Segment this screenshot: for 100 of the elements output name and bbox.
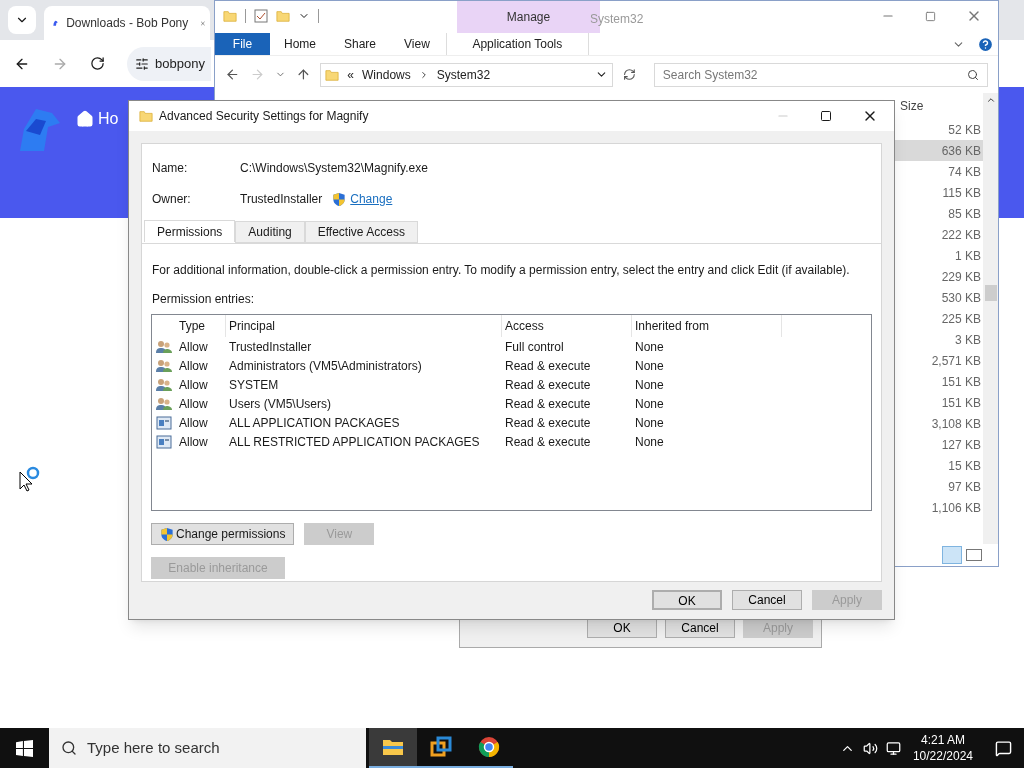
overlapping-squares-icon <box>430 736 452 758</box>
file-size: 530 KB <box>940 289 982 307</box>
table-cell-text: None <box>634 338 665 356</box>
file-size: 85 KB <box>947 205 982 223</box>
change-link[interactable]: Change <box>350 190 393 208</box>
nav-link[interactable]: Ho <box>98 107 119 131</box>
folder-icon <box>223 9 237 23</box>
back-icon[interactable] <box>225 67 240 82</box>
file-size: 74 KB <box>947 163 982 181</box>
column-header[interactable]: Type <box>176 315 226 337</box>
breadcrumb-item[interactable]: Windows <box>362 65 411 84</box>
file-size: 636 KB <box>892 140 983 161</box>
table-cell-text: Read & execute <box>504 376 592 394</box>
home-icon[interactable] <box>76 110 94 128</box>
chrome-icon <box>478 736 500 758</box>
file-size: 1 KB <box>954 247 982 265</box>
dialog-button[interactable]: Cancel <box>732 590 802 610</box>
address-bar[interactable]: « Windows System32 <box>320 62 613 87</box>
folder-icon <box>325 67 340 82</box>
taskbar-app[interactable] <box>369 728 417 768</box>
dialog-tab[interactable]: Auditing <box>235 221 305 243</box>
dialog-button[interactable]: Cancel <box>665 618 735 638</box>
table-cell-text: Allow <box>178 433 209 451</box>
search-field[interactable]: Search System32 <box>653 62 988 87</box>
table-cell-text: ALL RESTRICTED APPLICATION PACKAGES <box>228 433 481 451</box>
site-settings-icon[interactable] <box>135 56 149 71</box>
field-label: Name: <box>152 160 189 177</box>
users-icon <box>156 377 172 392</box>
dialog-button[interactable]: OK <box>587 618 657 638</box>
window-title: Advanced Security Settings for Magnify <box>159 108 369 125</box>
file-size: 115 KB <box>941 184 982 202</box>
ribbon-tab[interactable]: Application Tools <box>445 33 589 55</box>
clock-time[interactable]: 4:21 AM <box>920 732 965 748</box>
up-icon[interactable] <box>295 67 311 82</box>
table-cell-text: Allow <box>178 395 209 413</box>
table-cell-text: Users (VM5\Users) <box>228 395 332 413</box>
users-icon <box>156 339 172 354</box>
clock-date[interactable]: 10/22/2024 <box>912 748 973 764</box>
refresh-icon[interactable] <box>622 68 636 81</box>
users-icon <box>156 358 172 373</box>
file-size: 222 KB <box>940 226 982 244</box>
maximize-icon[interactable] <box>820 110 832 122</box>
column-header[interactable]: Access <box>502 315 632 337</box>
breadcrumb-item[interactable]: System32 <box>436 65 491 84</box>
column-header[interactable]: Inherited from <box>632 315 782 337</box>
file-size: 127 KB <box>940 436 982 454</box>
file-size: 225 KB <box>940 310 982 328</box>
scroll-up-icon[interactable] <box>985 95 996 105</box>
file-size: 52 KB <box>947 121 982 139</box>
field-value: C:\Windows\System32\Magnify.exe <box>240 160 428 177</box>
taskbar-search-field[interactable]: Type here to search <box>49 728 366 768</box>
table-cell-text: Read & execute <box>504 357 592 375</box>
help-icon[interactable] <box>977 35 994 53</box>
properties-icon[interactable] <box>254 9 268 23</box>
ribbon-tab[interactable]: Home <box>270 33 330 55</box>
folder-icon <box>382 738 404 756</box>
shield-icon <box>160 526 174 542</box>
ribbon-tab[interactable]: Share <box>330 33 391 55</box>
dialog-button[interactable]: OK <box>652 590 722 610</box>
column-header[interactable]: Size <box>892 93 983 119</box>
search-icon <box>61 740 77 756</box>
table-cell-text: SYSTEM <box>228 376 280 394</box>
package-icon <box>156 434 172 449</box>
ribbon-tab[interactable]: File <box>215 33 270 55</box>
vertical-scrollbar[interactable] <box>983 93 998 544</box>
action-button[interactable]: Change permissions <box>151 523 295 545</box>
table-cell-text: None <box>634 395 665 413</box>
table-cell-text: None <box>634 414 665 432</box>
dialog-tab[interactable]: Effective Access <box>304 221 418 243</box>
network-icon[interactable] <box>885 740 901 756</box>
users-icon <box>156 396 172 411</box>
windows-logo-icon[interactable] <box>16 739 33 757</box>
scroll-thumb[interactable] <box>984 285 997 301</box>
reload-icon[interactable] <box>90 56 105 71</box>
file-size: 151 KB <box>940 373 982 391</box>
dialog-tab[interactable]: Permissions <box>144 220 236 242</box>
file-size: 97 KB <box>947 478 982 496</box>
preview-view-icon[interactable] <box>966 549 982 561</box>
volume-icon[interactable] <box>862 740 878 756</box>
description-text: For additional information, double-click a permission entry. To modify a permission entry, select the entry and click Edit (if available). <box>152 262 851 279</box>
busy-cursor-icon <box>18 465 42 493</box>
file-size: 151 KB <box>940 394 982 412</box>
table-cell-text: None <box>634 357 665 375</box>
table-cell-text: Administrators (VM5\Administrators) <box>228 357 423 375</box>
table-cell-text: Allow <box>178 338 209 356</box>
address-bar[interactable]: bobpony <box>127 46 211 81</box>
column-header[interactable]: Principal <box>226 315 502 337</box>
table-cell-text: Read & execute <box>504 395 592 413</box>
section-label: Permission entries: <box>152 291 256 308</box>
notifications-icon[interactable] <box>995 739 1012 757</box>
table-cell-text: Allow <box>178 376 209 394</box>
folder-icon <box>139 109 153 123</box>
table-cell-text: Read & execute <box>504 433 592 451</box>
table-cell-text: Read & execute <box>504 414 592 432</box>
ribbon-tab[interactable]: View <box>390 33 444 55</box>
browser-tab[interactable]: Downloads - Bob Pony <box>44 6 210 40</box>
table-cell-text: None <box>634 433 665 451</box>
table-cell-text: TrustedInstaller <box>228 338 313 356</box>
file-size: 15 KB <box>947 457 982 475</box>
field-value: TrustedInstaller <box>240 191 323 208</box>
